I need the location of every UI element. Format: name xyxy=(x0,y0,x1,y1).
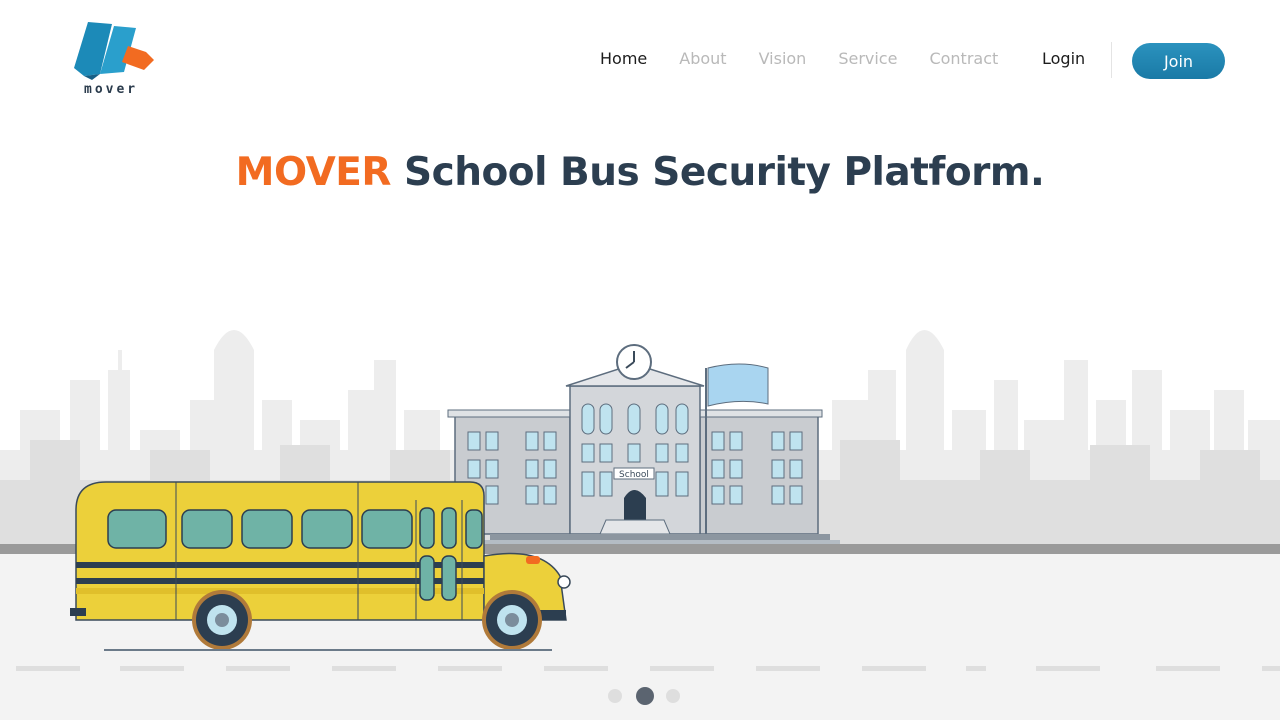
nav-about[interactable]: About xyxy=(679,49,726,68)
carousel-dot-1[interactable] xyxy=(608,689,622,703)
brand-name: mover xyxy=(84,82,139,97)
hero-title-text: School Bus Security Platform. xyxy=(390,150,1045,195)
school-bus-scene: School xyxy=(0,330,1280,720)
logo[interactable]: mover xyxy=(70,18,160,100)
nav-service[interactable]: Service xyxy=(838,49,897,68)
mover-logo-icon xyxy=(74,22,154,80)
carousel-dot-3[interactable] xyxy=(666,689,680,703)
join-button[interactable]: Join xyxy=(1132,43,1225,79)
carousel-dot-2[interactable] xyxy=(636,687,654,705)
main-nav: Home About Vision Service Contract xyxy=(600,49,1030,68)
login-link[interactable]: Login xyxy=(1042,49,1085,68)
school-building-illustration: School xyxy=(447,344,840,544)
nav-divider xyxy=(1111,42,1112,78)
nav-home[interactable]: Home xyxy=(600,49,647,68)
carousel-dots xyxy=(608,687,696,705)
nav-vision[interactable]: Vision xyxy=(759,49,807,68)
hero-title: MOVER School Bus Security Platform. xyxy=(0,150,1280,195)
hero-illustration: School xyxy=(0,320,1280,720)
hero-title-brand: MOVER xyxy=(235,150,392,195)
clock-icon xyxy=(616,344,652,380)
school-sign: School xyxy=(619,470,649,480)
nav-contract[interactable]: Contract xyxy=(929,49,998,68)
